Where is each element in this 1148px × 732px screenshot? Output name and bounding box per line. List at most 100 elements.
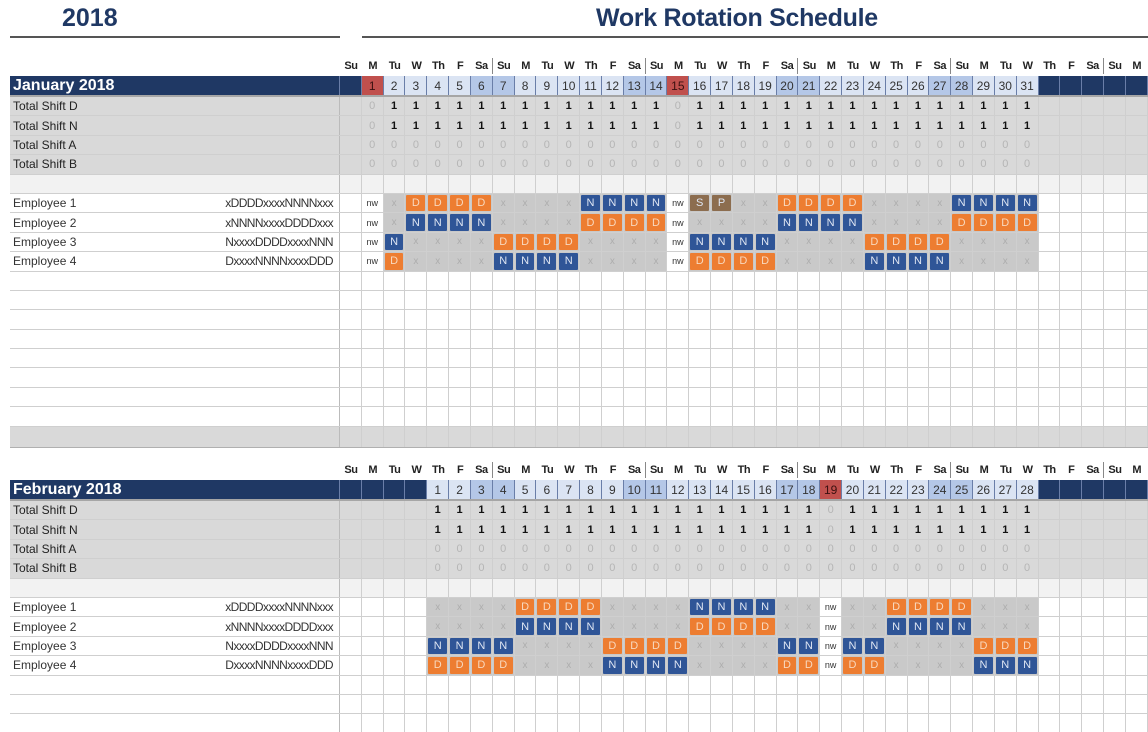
empty-cell[interactable] [798, 290, 821, 310]
shift-cell[interactable]: N [427, 636, 450, 656]
empty-cell[interactable] [536, 349, 559, 368]
empty-cell[interactable] [1039, 213, 1061, 232]
empty-cell[interactable] [471, 329, 493, 349]
empty-cell[interactable] [1082, 232, 1104, 252]
empty-cell[interactable] [1017, 310, 1039, 329]
empty-cell[interactable] [1126, 290, 1148, 310]
date-cell[interactable]: 17 [711, 76, 733, 95]
empty-cell[interactable] [515, 310, 537, 329]
empty-cell[interactable] [340, 290, 362, 310]
blank-label-cell[interactable] [10, 675, 340, 694]
shift-cell[interactable]: x [470, 232, 493, 252]
shift-cell[interactable]: x [842, 232, 864, 252]
empty-cell[interactable] [864, 714, 886, 732]
empty-cell[interactable] [1017, 407, 1039, 426]
employee-label-cell[interactable]: Employee 2 xNNNNxxxxDDDDxxx [10, 213, 340, 232]
empty-cell[interactable] [340, 694, 362, 714]
empty-cell[interactable] [886, 368, 908, 387]
empty-cell[interactable] [886, 675, 908, 694]
date-cell[interactable]: 25 [885, 76, 908, 95]
date-cell[interactable]: 20 [776, 76, 799, 95]
shift-cell[interactable]: x [558, 213, 581, 232]
date-cell[interactable]: 7 [558, 480, 581, 499]
empty-cell[interactable] [995, 349, 1017, 368]
empty-cell[interactable] [405, 636, 428, 656]
empty-cell[interactable] [624, 694, 646, 714]
empty-cell[interactable] [624, 407, 646, 426]
empty-cell[interactable] [798, 694, 821, 714]
empty-cell[interactable] [929, 694, 952, 714]
empty-cell[interactable] [624, 290, 646, 310]
shift-cell[interactable]: N [798, 636, 821, 656]
empty-cell[interactable] [842, 387, 864, 407]
empty-cell[interactable] [536, 387, 559, 407]
date-cell[interactable]: 8 [580, 480, 602, 499]
empty-cell[interactable] [515, 387, 537, 407]
empty-cell[interactable] [798, 387, 821, 407]
empty-cell[interactable] [580, 310, 602, 329]
shift-cell[interactable]: x [973, 252, 995, 271]
shift-cell[interactable]: x [427, 617, 450, 636]
empty-cell[interactable] [1104, 232, 1126, 252]
empty-cell[interactable] [1017, 271, 1039, 290]
employee-name[interactable]: Employee 4 [13, 658, 76, 672]
empty-cell[interactable] [1017, 387, 1039, 407]
shift-cell[interactable]: D [798, 656, 821, 675]
shift-cell[interactable]: x [623, 617, 646, 636]
blank-row[interactable] [10, 694, 1148, 715]
empty-cell[interactable] [755, 714, 777, 732]
empty-cell[interactable] [733, 387, 755, 407]
empty-cell[interactable] [842, 694, 864, 714]
empty-cell[interactable] [362, 271, 384, 290]
empty-cell[interactable] [733, 310, 755, 329]
date-cell[interactable]: 10 [558, 76, 581, 95]
blank-row[interactable] [10, 349, 1148, 369]
shift-cell[interactable]: x [623, 597, 646, 617]
empty-cell[interactable] [777, 714, 799, 732]
shift-cell[interactable]: N [951, 193, 974, 213]
shift-cell[interactable]: N [842, 636, 864, 656]
empty-cell[interactable] [449, 407, 471, 426]
empty-cell[interactable] [842, 675, 864, 694]
shift-cell[interactable]: D [885, 597, 908, 617]
shift-cell[interactable]: N [863, 252, 886, 271]
shift-cell[interactable]: D [383, 252, 406, 271]
empty-cell[interactable] [951, 271, 974, 290]
shift-cell[interactable]: nw [361, 252, 384, 271]
empty-cell[interactable] [602, 714, 624, 732]
empty-cell[interactable] [449, 271, 471, 290]
empty-cell[interactable] [733, 407, 755, 426]
empty-cell[interactable] [515, 714, 537, 732]
empty-cell[interactable] [755, 368, 777, 387]
shift-cell[interactable]: D [623, 213, 646, 232]
shift-cell[interactable]: x [863, 597, 886, 617]
shift-cell[interactable]: nw [667, 252, 690, 271]
empty-cell[interactable] [820, 694, 843, 714]
shift-cell[interactable]: x [470, 617, 493, 636]
empty-cell[interactable] [995, 271, 1017, 290]
empty-cell[interactable] [1082, 252, 1104, 271]
shift-cell[interactable]: x [601, 232, 624, 252]
shift-cell[interactable]: x [885, 193, 908, 213]
date-cell[interactable]: 15 [667, 76, 690, 95]
blank-row[interactable] [10, 675, 1148, 695]
shift-cell[interactable]: x [427, 232, 450, 252]
employee-label-cell[interactable]: Employee 3 NxxxxDDDDxxxxNNN [10, 636, 340, 656]
date-cell[interactable]: 11 [645, 480, 668, 499]
empty-cell[interactable] [667, 290, 690, 310]
shift-cell[interactable]: N [449, 636, 471, 656]
shift-cell[interactable]: x [536, 193, 559, 213]
empty-cell[interactable] [886, 349, 908, 368]
empty-cell[interactable] [1017, 329, 1039, 349]
empty-cell[interactable] [471, 368, 493, 387]
empty-cell[interactable] [1060, 310, 1083, 329]
empty-cell[interactable] [886, 694, 908, 714]
shift-cell[interactable]: D [907, 232, 930, 252]
empty-cell[interactable] [1082, 675, 1104, 694]
shift-cell[interactable]: x [514, 636, 537, 656]
date-cell[interactable]: 14 [645, 76, 668, 95]
empty-cell[interactable] [449, 694, 471, 714]
empty-cell[interactable] [646, 310, 668, 329]
empty-cell[interactable] [427, 694, 450, 714]
empty-cell[interactable] [951, 368, 974, 387]
